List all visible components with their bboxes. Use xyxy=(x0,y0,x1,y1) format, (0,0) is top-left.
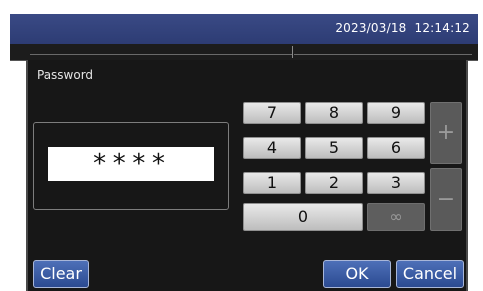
key-7[interactable]: 7 xyxy=(243,102,301,124)
key-6[interactable]: 6 xyxy=(367,137,425,159)
panel-divider xyxy=(292,46,293,58)
key-2[interactable]: 2 xyxy=(305,172,363,194)
minus-icon: − xyxy=(436,187,456,212)
key-4-label: 4 xyxy=(266,138,278,157)
key-infinity[interactable]: ∞ xyxy=(367,203,425,231)
key-1[interactable]: 1 xyxy=(243,172,301,194)
key-6-label: 6 xyxy=(390,138,402,157)
infinity-icon: ∞ xyxy=(389,207,403,226)
status-bar: 2023/03/18 12:14:12 xyxy=(10,14,478,44)
key-8[interactable]: 8 xyxy=(305,102,363,124)
key-0[interactable]: 0 xyxy=(243,203,363,231)
cancel-button[interactable]: Cancel xyxy=(396,260,464,288)
key-9[interactable]: 9 xyxy=(367,102,425,124)
background-panel-header xyxy=(10,44,478,61)
panel-line-left xyxy=(30,54,292,55)
key-4[interactable]: 4 xyxy=(243,137,301,159)
key-0-label: 0 xyxy=(297,207,309,226)
key-8-label: 8 xyxy=(328,103,340,122)
key-7-label: 7 xyxy=(266,103,278,122)
password-field[interactable]: **** xyxy=(48,147,214,181)
decrement-button[interactable]: − xyxy=(430,168,462,231)
datetime-display: 2023/03/18 12:14:12 xyxy=(335,21,470,35)
key-2-label: 2 xyxy=(328,173,340,192)
plus-icon: + xyxy=(436,120,456,145)
time-text: 12:14:12 xyxy=(414,21,470,35)
clear-button[interactable]: Clear xyxy=(33,260,89,288)
key-3[interactable]: 3 xyxy=(367,172,425,194)
key-5-label: 5 xyxy=(328,138,340,157)
date-text: 2023/03/18 xyxy=(335,21,407,35)
dialog-title: Password xyxy=(37,68,94,82)
key-3-label: 3 xyxy=(390,173,402,192)
password-dialog: Password **** 7 8 9 4 5 6 1 2 3 0 ∞ + − … xyxy=(26,60,468,291)
key-1-label: 1 xyxy=(266,173,278,192)
ok-button[interactable]: OK xyxy=(323,260,391,288)
key-9-label: 9 xyxy=(390,103,402,122)
increment-button[interactable]: + xyxy=(430,102,462,164)
password-frame: **** xyxy=(33,122,229,210)
panel-line-right xyxy=(294,54,472,55)
key-5[interactable]: 5 xyxy=(305,137,363,159)
